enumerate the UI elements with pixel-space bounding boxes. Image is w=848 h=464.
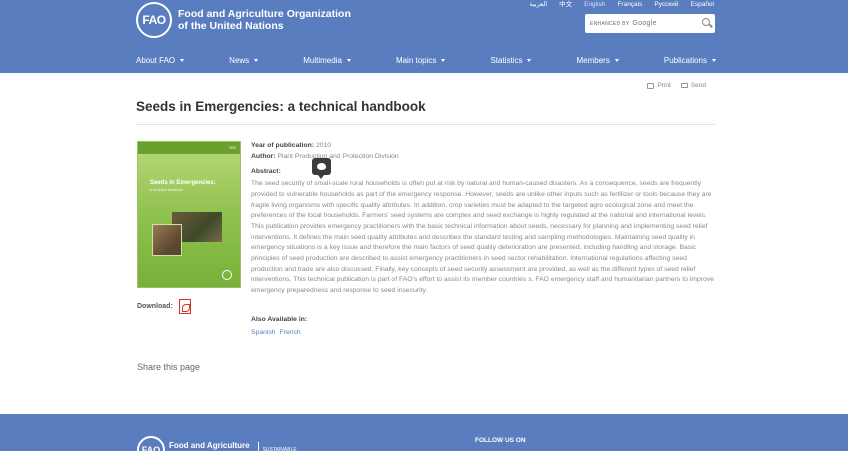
logo-line-1: Food and Agriculture Organization <box>178 8 351 20</box>
footer-separator <box>257 442 259 458</box>
nav-main-topics[interactable]: Main topics <box>396 54 446 66</box>
language-switcher: العربية 中文 English Français Русский Espa… <box>529 0 714 9</box>
lang-french[interactable]: Français <box>617 0 642 9</box>
author-value: Plant Production and Protection Division <box>277 152 399 160</box>
site-header: FAO Food and Agriculture Organization of… <box>0 0 848 73</box>
logo-text: Food and Agriculture Organization of the… <box>178 8 351 32</box>
share-this-page[interactable]: Share this page <box>137 362 200 372</box>
sdg-label: SUSTAINABLE <box>262 447 297 453</box>
download-row: Download: <box>137 299 191 314</box>
divider <box>136 124 715 125</box>
cover-title: Seeds in Emergencies: <box>150 180 216 186</box>
twitter-bird-icon <box>316 162 327 171</box>
also-available-label: Also Available in: <box>251 315 308 323</box>
mail-icon <box>680 83 688 88</box>
fao-seal-icon <box>222 270 232 280</box>
search-icon[interactable] <box>702 18 710 26</box>
nav-publications[interactable]: Publications <box>664 54 716 66</box>
lang-russian[interactable]: Русский <box>654 0 678 9</box>
chevron-down-icon <box>441 58 446 62</box>
page-utilities: Print Send <box>647 82 706 89</box>
nav-members[interactable]: Members <box>576 54 619 66</box>
search-placeholder: ENHANCED BY Google <box>590 20 657 27</box>
chevron-down-icon <box>712 58 716 62</box>
nav-news[interactable]: News <box>229 54 259 66</box>
twitter-share-icon[interactable] <box>312 158 331 179</box>
chevron-down-icon <box>614 58 619 62</box>
footer-logo-text: Food and Agriculture Organization of the <box>169 441 250 459</box>
fao-emblem-icon: FAO <box>137 436 165 464</box>
print-link[interactable]: Print <box>647 82 671 89</box>
year-row: Year of publication: 2010 <box>251 142 332 149</box>
footer-logo[interactable]: FAO Food and Agriculture Organization of… <box>137 436 297 464</box>
pdf-icon[interactable] <box>178 299 191 314</box>
cover-photo-inset <box>152 224 182 256</box>
cover-subtitle: a technical handbook <box>150 188 184 192</box>
lang-english[interactable]: English <box>584 0 605 9</box>
also-available-links: Spanish French <box>251 328 716 339</box>
fao-emblem-icon: FAO <box>136 2 172 38</box>
print-icon <box>647 82 655 89</box>
lang-chinese[interactable]: 中文 <box>559 0 572 9</box>
nav-about[interactable]: About FAO <box>136 54 185 66</box>
book-cover[interactable]: 202 Seeds in Emergencies: a technical ha… <box>137 141 241 288</box>
abstract-text: The seed security of small-scale rural h… <box>251 180 714 295</box>
follow-us-label: FOLLOW US ON <box>475 437 526 444</box>
download-label: Download: <box>137 303 173 310</box>
send-link[interactable]: Send <box>680 82 706 89</box>
chevron-down-icon <box>180 58 185 62</box>
chevron-down-icon <box>254 58 259 62</box>
lang-spanish[interactable]: Español <box>691 0 715 9</box>
chevron-down-icon <box>346 58 351 62</box>
fao-logo[interactable]: FAO Food and Agriculture Organization of… <box>136 2 351 38</box>
site-footer: FAO Food and Agriculture Organization of… <box>0 414 848 464</box>
year-value: 2010 <box>315 142 332 149</box>
logo-line-2: of the United Nations <box>178 20 284 32</box>
link-spanish[interactable]: Spanish <box>251 328 276 339</box>
page-title: Seeds in Emergencies: a technical handbo… <box>136 99 426 114</box>
link-french[interactable]: French <box>280 328 301 339</box>
search-input[interactable]: ENHANCED BY Google <box>585 14 715 33</box>
lang-arabic[interactable]: العربية <box>529 0 547 9</box>
main-nav: About FAO News Multimedia Main topics St… <box>136 54 716 66</box>
nav-statistics[interactable]: Statistics <box>490 54 532 66</box>
chevron-down-icon <box>527 58 532 62</box>
nav-multimedia[interactable]: Multimedia <box>303 54 351 66</box>
cover-series: 202 <box>138 142 240 154</box>
